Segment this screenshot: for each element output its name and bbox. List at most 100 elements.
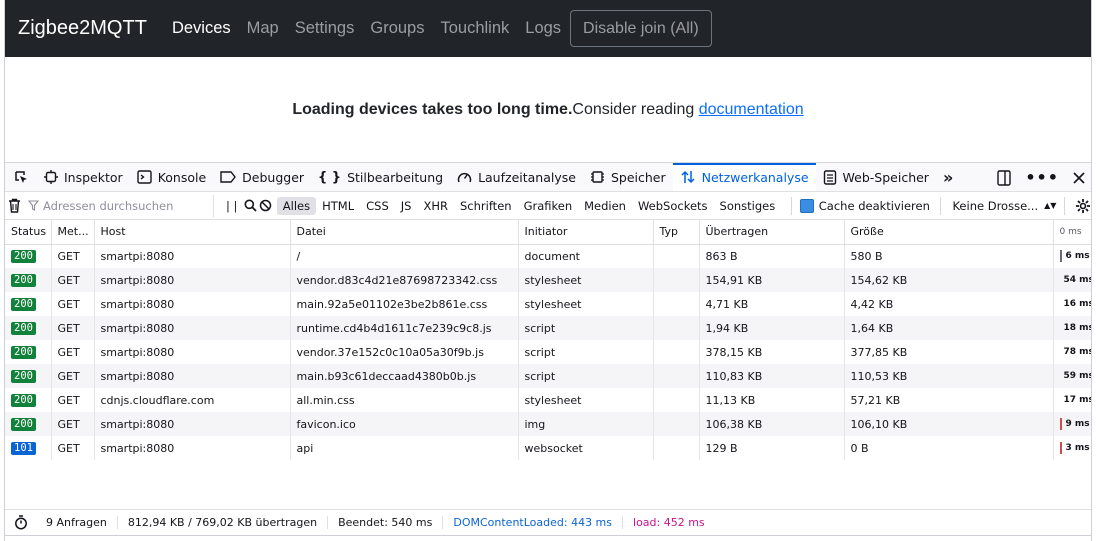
more-options-icon[interactable]: ••• bbox=[1025, 168, 1059, 187]
waterfall-timing: 59 ms bbox=[1060, 370, 1092, 382]
status-cell: 200 bbox=[5, 412, 52, 436]
initiator-cell: script bbox=[518, 316, 654, 340]
column-header-type[interactable]: Typ bbox=[653, 220, 700, 244]
toolbar-divider bbox=[1064, 196, 1065, 215]
status-badge: 200 bbox=[11, 370, 36, 383]
disable-join-button[interactable]: Disable join (All) bbox=[570, 10, 712, 47]
memory-icon bbox=[590, 170, 605, 184]
throttling-select[interactable]: Keine Drosse... ▲▼ bbox=[952, 199, 1056, 213]
waterfall-cell: 59 ms bbox=[1053, 364, 1092, 388]
column-header-initiator[interactable]: Initiator bbox=[518, 220, 654, 244]
close-icon[interactable] bbox=[1073, 171, 1085, 184]
host-cell: smartpi:8080 bbox=[94, 316, 291, 340]
status-badge: 200 bbox=[11, 274, 36, 287]
stopwatch-icon[interactable] bbox=[14, 515, 36, 530]
network-icon bbox=[680, 170, 696, 184]
table-row[interactable]: 101 GET smartpi:8080 api websocket 129 B0 B 3 … bbox=[5, 436, 1091, 460]
column-header-size[interactable]: Größe bbox=[844, 220, 1054, 244]
file-cell: runtime.cd4b4d1611c7e239c9c8.js bbox=[290, 316, 519, 340]
table-row[interactable]: 200 GET smartpi:8080 vendor.d83c4d21e876987… bbox=[5, 268, 1091, 292]
table-row[interactable]: 200 GET smartpi:8080 favicon.ico img 106,38 K… bbox=[5, 412, 1091, 436]
tab-laufzeitanalyse[interactable]: Laufzeitanalyse bbox=[450, 163, 583, 191]
disable-cache-checkbox[interactable] bbox=[799, 198, 814, 213]
element-picker-icon[interactable] bbox=[5, 163, 37, 191]
filter-js-button[interactable]: JS bbox=[395, 197, 418, 215]
column-header-status[interactable]: Status bbox=[5, 220, 52, 244]
tab-debugger[interactable]: Debugger bbox=[213, 163, 311, 191]
filter-websockets-button[interactable]: WebSockets bbox=[632, 197, 714, 215]
finished-time: Beendet: 540 ms bbox=[328, 516, 444, 529]
waterfall-timing: 78 ms bbox=[1060, 346, 1092, 358]
column-header-file[interactable]: Datei bbox=[290, 220, 519, 244]
file-cell: api bbox=[290, 436, 519, 460]
transferred-cell: 129 B bbox=[699, 436, 845, 460]
method-cell: GET bbox=[51, 316, 95, 340]
column-header-transferred[interactable]: Übertragen bbox=[699, 220, 845, 244]
status-badge: 200 bbox=[11, 418, 36, 431]
waterfall-bar bbox=[1059, 418, 1062, 430]
waterfall-timing: 9 ms bbox=[1059, 418, 1092, 430]
style-editor-icon: { } bbox=[318, 169, 342, 185]
nav-link-groups[interactable]: Groups bbox=[370, 19, 424, 38]
tab-netzwerkanalyse[interactable]: Netzwerkanalyse bbox=[672, 163, 816, 191]
tab-inspektor[interactable]: Inspektor bbox=[37, 163, 130, 191]
block-icon[interactable] bbox=[258, 199, 272, 212]
filter-images-button[interactable]: Grafiken bbox=[518, 197, 579, 215]
documentation-link[interactable]: documentation bbox=[699, 101, 804, 119]
nav-link-settings[interactable]: Settings bbox=[295, 19, 355, 38]
type-cell bbox=[653, 316, 700, 340]
filter-xhr-button[interactable]: XHR bbox=[417, 197, 454, 215]
dock-toggle-icon[interactable] bbox=[997, 169, 1012, 186]
loading-message: Loading devices takes too long time. Con… bbox=[5, 57, 1091, 163]
nav-link-touchlink[interactable]: Touchlink bbox=[440, 19, 509, 38]
pause-button[interactable]: | | bbox=[220, 197, 243, 215]
waterfall-cell: 3 ms bbox=[1053, 436, 1091, 460]
transferred-cell: 378,15 KB bbox=[699, 340, 845, 364]
column-header-method[interactable]: Met... bbox=[51, 220, 95, 244]
table-header-row: Status Met... Host Datei Initiator Typ Ü… bbox=[5, 220, 1091, 244]
timing-label: 16 ms bbox=[1063, 299, 1092, 309]
more-tabs-icon[interactable]: » bbox=[936, 163, 960, 191]
filter-html-button[interactable]: HTML bbox=[316, 197, 360, 215]
network-toolbar: | | Alles HTML CSS JS XHR Schriften Graf… bbox=[5, 192, 1091, 220]
app-brand[interactable]: Zigbee2MQTT bbox=[18, 17, 147, 40]
settings-gear-icon[interactable] bbox=[1075, 198, 1091, 214]
table-row[interactable]: 200 GET smartpi:8080 vendor.37e152c0c10a05a… bbox=[5, 340, 1091, 364]
tab-web-speicher[interactable]: Web-Speicher bbox=[816, 163, 936, 191]
trash-icon[interactable] bbox=[5, 198, 24, 213]
method-cell: GET bbox=[51, 268, 95, 292]
host-cell: smartpi:8080 bbox=[94, 364, 291, 388]
disable-cache-toggle[interactable]: Cache deaktivieren bbox=[799, 198, 930, 213]
nav-link-map[interactable]: Map bbox=[247, 19, 279, 38]
column-header-waterfall[interactable]: 0 ms bbox=[1053, 220, 1091, 244]
table-row[interactable]: 200 GET cdnjs.cloudflare.com all.min.css sty… bbox=[5, 388, 1091, 412]
waterfall-timing: 6 ms bbox=[1059, 250, 1092, 263]
status-cell: 200 bbox=[5, 268, 52, 292]
table-row[interactable]: 200 GET smartpi:8080 main.92a5e01102e3be2b8… bbox=[5, 292, 1091, 316]
type-cell bbox=[653, 436, 700, 460]
host-cell: smartpi:8080 bbox=[94, 340, 291, 364]
table-row[interactable]: 200 GET smartpi:8080/document 863 B 580 B 6 m… bbox=[5, 244, 1091, 268]
filter-other-button[interactable]: Sonstiges bbox=[714, 197, 782, 215]
tab-stilbearbeitung[interactable]: { } Stilbearbeitung bbox=[311, 163, 450, 191]
nav-link-logs[interactable]: Logs bbox=[525, 19, 561, 38]
filter-all-button[interactable]: Alles bbox=[276, 196, 317, 215]
nav-link-devices[interactable]: Devices bbox=[172, 19, 231, 38]
column-header-host[interactable]: Host bbox=[94, 220, 291, 244]
filter-media-button[interactable]: Medien bbox=[578, 197, 632, 215]
filter-fonts-button[interactable]: Schriften bbox=[454, 197, 518, 215]
request-count: 9 Anfragen bbox=[36, 516, 118, 529]
url-filter-input[interactable] bbox=[42, 198, 213, 213]
table-row[interactable]: 200 GET smartpi:8080 runtime.cd4b4d1611c7e2… bbox=[5, 316, 1091, 340]
type-cell bbox=[653, 244, 700, 268]
status-cell: 200 bbox=[5, 364, 52, 388]
file-cell: vendor.d83c4d21e87698723342.css bbox=[290, 268, 519, 292]
tab-speicher[interactable]: Speicher bbox=[583, 163, 673, 191]
table-row[interactable]: 200 GET smartpi:8080 main.b93c61deccaad4380… bbox=[5, 364, 1091, 388]
tab-label: Web-Speicher bbox=[842, 169, 929, 185]
type-cell bbox=[653, 340, 700, 364]
filter-css-button[interactable]: CSS bbox=[360, 197, 395, 215]
tab-konsole[interactable]: Konsole bbox=[130, 163, 213, 191]
search-icon[interactable] bbox=[243, 199, 257, 212]
file-cell: vendor.37e152c0c10a05a30f9b.js bbox=[290, 340, 519, 364]
